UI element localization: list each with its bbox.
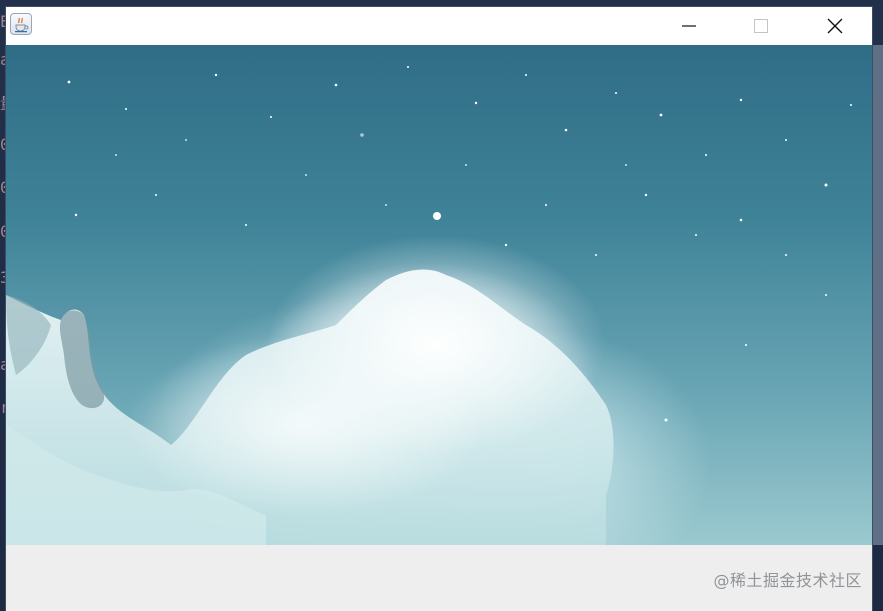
maximize-icon <box>754 19 768 33</box>
maximize-button[interactable] <box>725 7 797 45</box>
minimize-button[interactable] <box>653 7 725 45</box>
application-window: @稀土掘金技术社区 <box>6 7 872 611</box>
nebula-artwork <box>6 66 852 545</box>
watermark-text: @稀土掘金技术社区 <box>713 571 862 590</box>
close-icon <box>827 18 843 34</box>
title-bar[interactable] <box>6 7 872 45</box>
close-button[interactable] <box>798 7 872 45</box>
background-scrollbar <box>872 45 883 545</box>
nebula-image <box>6 45 872 545</box>
minimize-icon <box>682 25 696 27</box>
java-app-icon[interactable] <box>10 13 32 35</box>
window-footer-area: @稀土掘金技术社区 <box>6 545 872 611</box>
java-cup-icon <box>15 17 29 33</box>
